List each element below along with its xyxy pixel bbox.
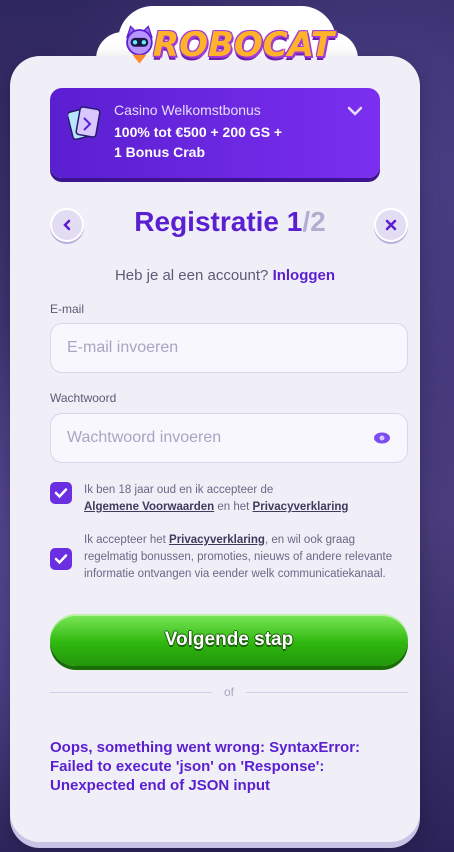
terms-link[interactable]: Algemene Voorwaarden bbox=[84, 501, 214, 513]
bonus-offer-line-1: 100% tot €500 + 200 GS + bbox=[114, 124, 283, 140]
marketing-privacy-link[interactable]: Privacyverklaring bbox=[169, 534, 265, 546]
checkmark-icon bbox=[54, 488, 68, 499]
marketing-text-1: Ik accepteer het bbox=[84, 534, 166, 546]
step-total: /2 bbox=[302, 206, 326, 237]
robocat-logo[interactable]: ROBOCAT bbox=[120, 14, 334, 76]
robot-cat-mascot-icon bbox=[126, 25, 153, 64]
age-terms-text: Ik ben 18 jaar oud en ik accepteer de Al… bbox=[84, 482, 348, 516]
close-button[interactable] bbox=[374, 208, 408, 242]
password-input[interactable] bbox=[67, 429, 373, 447]
registration-card: Casino Welkomstbonus 100% tot €500 + 200… bbox=[10, 56, 420, 842]
chevron-left-icon bbox=[63, 219, 71, 231]
login-link[interactable]: Inloggen bbox=[273, 267, 336, 284]
password-label: Wachtwoord bbox=[50, 391, 117, 405]
email-input[interactable] bbox=[67, 339, 391, 357]
step-current: 1 bbox=[286, 206, 303, 237]
chevron-down-icon[interactable] bbox=[346, 102, 364, 120]
login-prompt-text: Heb je al een account? bbox=[114, 267, 269, 284]
error-message: Oops, something went wrong: SyntaxError:… bbox=[50, 739, 361, 794]
checkmark-icon bbox=[54, 554, 68, 565]
marketing-consent: Ik accepteer het Privacyverklaring, en w… bbox=[50, 532, 400, 583]
title-text: Registratie bbox=[134, 206, 279, 237]
divider-line bbox=[246, 692, 409, 693]
bonus-cards-icon bbox=[68, 106, 101, 141]
age-terms-text-1: Ik ben 18 jaar oud en ik accepteer de bbox=[84, 484, 274, 496]
age-terms-checkbox[interactable] bbox=[50, 482, 72, 504]
bonus-title: Casino Welkomstbonus bbox=[114, 102, 261, 118]
divider-line bbox=[50, 692, 212, 693]
age-terms-text-2: en het bbox=[217, 501, 250, 513]
email-field[interactable] bbox=[50, 323, 408, 373]
or-divider: of bbox=[50, 685, 409, 699]
logo-text: ROBOCAT bbox=[152, 25, 334, 65]
divider-label: of bbox=[224, 684, 235, 699]
privacy-link[interactable]: Privacyverklaring bbox=[253, 501, 349, 513]
show-password-eye-icon[interactable] bbox=[373, 432, 391, 444]
back-button[interactable] bbox=[50, 208, 84, 242]
welcome-bonus-banner[interactable]: Casino Welkomstbonus 100% tot €500 + 200… bbox=[50, 88, 380, 178]
bonus-offer-line-2: 1 Bonus Crab bbox=[114, 144, 206, 160]
marketing-text: Ik accepteer het Privacyverklaring, en w… bbox=[84, 532, 400, 583]
age-terms-consent: Ik ben 18 jaar oud en ik accepteer de Al… bbox=[50, 482, 400, 516]
email-label: E-mail bbox=[50, 302, 85, 316]
marketing-checkbox[interactable] bbox=[50, 548, 72, 570]
close-icon bbox=[385, 219, 397, 231]
page-title: Registratie 1/2 bbox=[90, 206, 370, 238]
login-prompt: Heb je al een account? Inloggen bbox=[10, 267, 420, 284]
next-step-button[interactable]: Volgende stap bbox=[50, 614, 408, 666]
password-field[interactable] bbox=[50, 413, 408, 463]
